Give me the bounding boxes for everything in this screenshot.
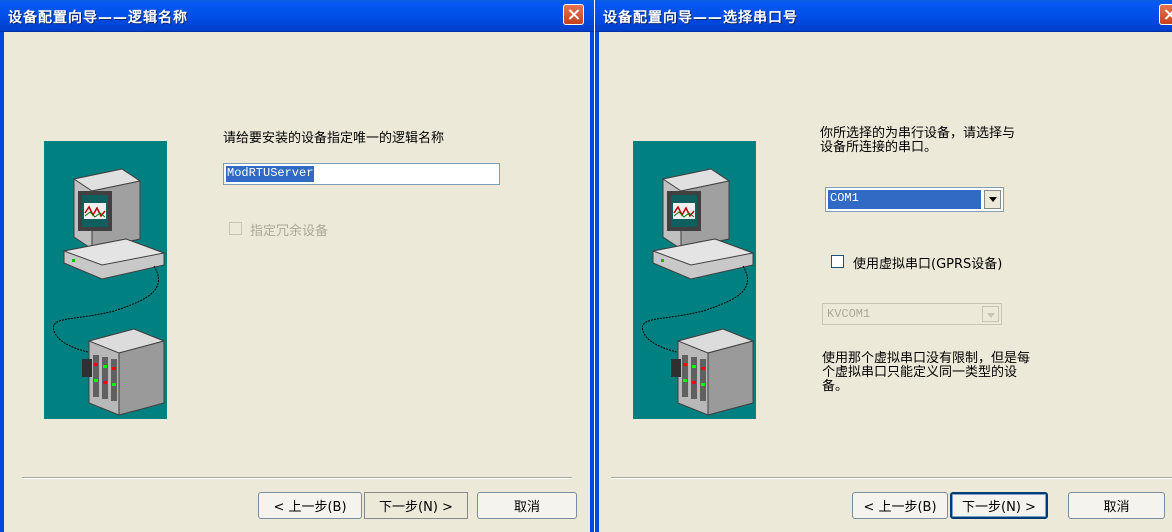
title-bar[interactable]: 设备配置向导——逻辑名称 [0, 0, 594, 32]
serial-port-value: COM1 [828, 190, 981, 209]
window-frame-left [595, 32, 599, 532]
computer-icon [44, 141, 167, 419]
serial-port-prompt-line1: 你所选择的为串行设备，请选择与 [820, 126, 1016, 141]
next-button[interactable]: 下一步(N) > [950, 492, 1048, 519]
computer-device-illustration [633, 141, 756, 419]
note-line3: 备。 [822, 379, 849, 394]
device-wizard-logical-name-dialog: 设备配置向导——逻辑名称 请给要安装的设备指定唯一的逻辑名称 ModRTUSer… [0, 0, 594, 532]
serial-port-prompt-line2: 设备所连接的串口。 [820, 140, 938, 155]
computer-icon [633, 141, 756, 419]
dialog-title: 设备配置向导——逻辑名称 [8, 10, 188, 26]
window-frame-right [590, 32, 594, 532]
separator [22, 477, 572, 479]
close-icon[interactable] [563, 4, 584, 25]
virtual-port-note: 使用那个虚拟串口没有限制，但是每 个虚拟串口只能定义同一类型的设 备。 [822, 352, 1030, 394]
logical-name-input[interactable]: ModRTUServer [223, 163, 500, 185]
cancel-button[interactable]: 取消 [1068, 492, 1165, 519]
computer-device-illustration [44, 141, 167, 419]
separator [611, 477, 1172, 479]
chevron-down-icon[interactable] [984, 190, 1001, 209]
note-line1: 使用那个虚拟串口没有限制，但是每 [822, 351, 1031, 366]
dialog-title: 设备配置向导——选择串口号 [603, 10, 798, 26]
serial-port-select[interactable]: COM1 [825, 187, 1004, 212]
virtual-port-value: KVCOM1 [827, 307, 871, 321]
next-button[interactable]: 下一步(N) > [364, 492, 468, 519]
redundant-device-checkbox[interactable] [229, 222, 242, 235]
redundant-device-label: 指定冗余设备 [250, 224, 329, 239]
serial-port-prompt: 你所选择的为串行设备，请选择与 设备所连接的串口。 [820, 127, 1015, 155]
window-frame-left [0, 32, 4, 532]
back-button[interactable]: < 上一步(B) [258, 492, 362, 519]
logical-name-value: ModRTUServer [226, 166, 315, 182]
device-wizard-serial-port-dialog: 设备配置向导——选择串口号 你所选择的为串行设备，请选择与 设备所连接的串口。 … [595, 0, 1172, 532]
virtual-port-select[interactable]: KVCOM1 [822, 303, 1002, 325]
close-icon[interactable] [1159, 4, 1172, 25]
logical-name-prompt: 请给要安装的设备指定唯一的逻辑名称 [223, 131, 445, 146]
title-bar[interactable]: 设备配置向导——选择串口号 [595, 0, 1172, 32]
back-button[interactable]: < 上一步(B) [852, 492, 948, 519]
virtual-port-label: 使用虚拟串口(GPRS设备) [853, 257, 1003, 272]
virtual-port-checkbox[interactable] [831, 255, 844, 268]
cancel-button[interactable]: 取消 [477, 492, 577, 519]
chevron-down-icon[interactable] [982, 306, 999, 322]
note-line2: 个虚拟串口只能定义同一类型的设 [822, 365, 1018, 380]
